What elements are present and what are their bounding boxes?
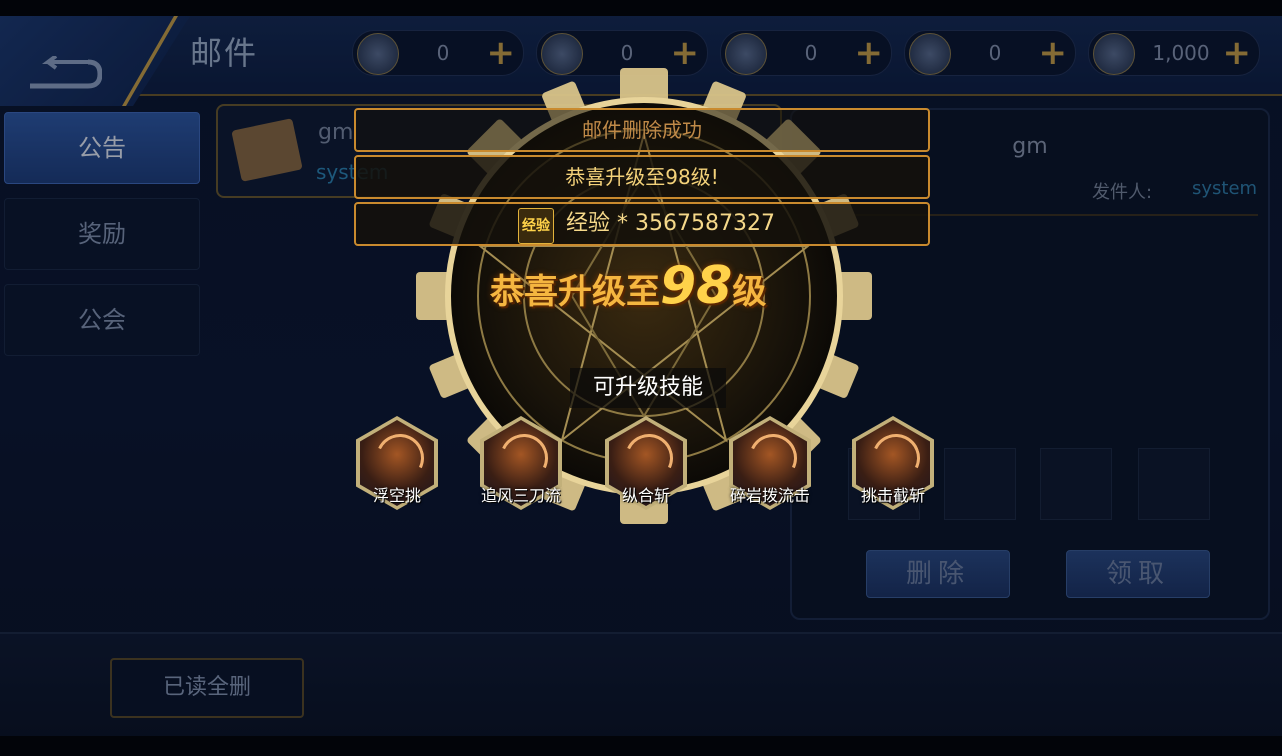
- exp-badge-icon: 经验: [518, 208, 554, 244]
- level-up-title: 恭喜升级至98级: [490, 256, 810, 316]
- skill-intercept-slash[interactable]: 挑击截斩: [850, 416, 936, 512]
- toast-mail-deleted: 邮件删除成功: [354, 108, 930, 152]
- skill-name: 挑击截斩: [860, 486, 925, 505]
- exp-gained-text: 经验 * 3567587327: [566, 211, 775, 236]
- skill-name: 浮空挑: [372, 486, 421, 505]
- level-number: 98: [660, 256, 733, 316]
- level-up-prefix: 恭喜升级至: [490, 272, 660, 312]
- upgradable-skills-label: 可升级技能: [570, 368, 726, 408]
- toast-level-up: 恭喜升级至98级!: [354, 155, 930, 199]
- skill-vertical-cross-slash[interactable]: 纵合斩: [603, 416, 689, 512]
- skill-wind-triple-blade[interactable]: 追风三刀流: [478, 416, 564, 512]
- skill-name: 碎岩拨流击: [729, 486, 810, 505]
- skill-rock-breaker[interactable]: 碎岩拨流击: [727, 416, 813, 512]
- game-screen: 邮件 0 + 0 + 0 + 0 + 1,000 + 公告 奖励 公会 gm s…: [0, 0, 1282, 756]
- level-up-suffix: 级: [732, 272, 767, 312]
- toast-exp-gained: 经验 经验 * 3567587327: [354, 202, 930, 246]
- skill-floating-lift[interactable]: 浮空挑: [354, 416, 440, 512]
- skill-name: 追风三刀流: [480, 486, 561, 505]
- skill-name: 纵合斩: [621, 486, 670, 505]
